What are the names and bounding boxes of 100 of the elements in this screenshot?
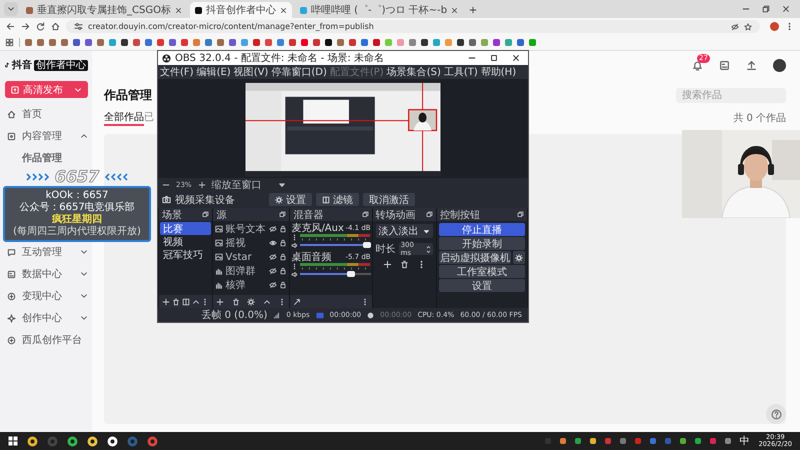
- chart-icon[interactable]: [719, 60, 730, 70]
- trash-icon[interactable]: [172, 298, 180, 306]
- nav-item[interactable]: 西瓜创作平台: [5, 329, 88, 351]
- input-method-indicator[interactable]: 中: [740, 434, 750, 448]
- popout-icon[interactable]: [202, 211, 210, 218]
- eye-off-icon[interactable]: [269, 281, 278, 289]
- restore-icon[interactable]: [762, 5, 770, 13]
- nav-group[interactable]: 内容管理: [5, 125, 88, 147]
- browser-tab[interactable]: 垂直擦闪取专属挂饰_CSGO标: [21, 2, 187, 18]
- maximize-icon[interactable]: [490, 54, 498, 62]
- profile-avatar[interactable]: [770, 22, 779, 31]
- control-button[interactable]: 设置: [438, 279, 525, 292]
- plus-icon[interactable]: [198, 180, 206, 188]
- speaker-icon[interactable]: [291, 270, 298, 278]
- menu-item[interactable]: 文件(F): [160, 65, 194, 79]
- tray-icon[interactable]: [680, 438, 686, 444]
- menu-item[interactable]: 帮助(H): [480, 65, 516, 79]
- volume-slider[interactable]: [300, 242, 371, 248]
- browser-tab[interactable]: 抖音创作者中心: [190, 2, 292, 18]
- lock-icon[interactable]: [279, 267, 288, 275]
- browser-tab[interactable]: 哔哩哔哩 (゜-゜)つロ 干杯~-b: [294, 2, 464, 18]
- eye-off-icon[interactable]: [269, 267, 278, 275]
- nav-group[interactable]: 数据中心: [5, 263, 88, 285]
- control-button[interactable]: 停止直播: [438, 223, 525, 236]
- source-button[interactable]: 设置: [269, 193, 312, 206]
- nav-item[interactable]: 首页: [5, 103, 88, 125]
- lock-icon[interactable]: [279, 281, 288, 289]
- popout-icon[interactable]: [279, 211, 286, 218]
- menu-item[interactable]: 编辑(E): [196, 65, 231, 79]
- lock-icon[interactable]: [279, 239, 288, 247]
- back-icon[interactable]: [6, 22, 15, 31]
- tray-icon[interactable]: [710, 438, 716, 444]
- eye-off-icon[interactable]: [731, 22, 739, 30]
- transition-dropdown[interactable]: 淡入淡出: [376, 224, 433, 238]
- grid-icon[interactable]: [5, 38, 14, 47]
- chevron-up-icon[interactable]: [262, 298, 271, 306]
- camera-settings-button[interactable]: [513, 251, 525, 264]
- app-icon[interactable]: [107, 436, 118, 446]
- tray-icon[interactable]: [620, 438, 626, 444]
- spinner-icon[interactable]: [426, 244, 431, 254]
- plus-icon[interactable]: [216, 298, 224, 306]
- reload-icon[interactable]: [36, 22, 45, 31]
- zoom-dropdown[interactable]: 缩放至窗口: [212, 178, 286, 192]
- home-icon[interactable]: [51, 22, 60, 31]
- nav-group[interactable]: 互动管理: [5, 241, 88, 263]
- tray-icon[interactable]: [694, 438, 701, 444]
- nav-group[interactable]: 创作中心: [5, 307, 88, 329]
- forward-icon[interactable]: [21, 22, 30, 31]
- menu-item[interactable]: 视图(V): [234, 65, 268, 79]
- lock-icon[interactable]: [279, 225, 288, 233]
- menu-item[interactable]: 工具(T): [444, 65, 478, 79]
- source-button[interactable]: 滤镜: [316, 193, 359, 206]
- lock-icon[interactable]: [279, 253, 288, 261]
- popout-icon[interactable]: [517, 211, 524, 218]
- tray-icon[interactable]: [574, 438, 581, 444]
- menu-item[interactable]: 场景集合(S): [386, 65, 441, 79]
- popout-icon[interactable]: [426, 211, 433, 218]
- app-icon[interactable]: [87, 436, 98, 446]
- nav-group[interactable]: 变现中心: [5, 285, 88, 307]
- plus-icon[interactable]: [382, 260, 392, 269]
- tray-icon[interactable]: [560, 438, 566, 444]
- close-icon[interactable]: [782, 5, 790, 13]
- gear-icon[interactable]: [247, 298, 256, 306]
- tray-icon[interactable]: [650, 438, 656, 444]
- tab-search-button[interactable]: [4, 2, 18, 16]
- menu-item[interactable]: 停靠窗口(D): [271, 65, 327, 79]
- tray-icon[interactable]: [590, 438, 596, 444]
- plus-icon[interactable]: [162, 298, 170, 306]
- trash-icon[interactable]: [400, 260, 409, 269]
- scene-item[interactable]: 冠军技巧: [160, 248, 212, 261]
- scene-item[interactable]: 比赛: [160, 222, 212, 235]
- nav-item[interactable]: 作品管理: [5, 147, 88, 169]
- control-button[interactable]: 开始录制: [438, 237, 525, 250]
- filter-icon[interactable]: [182, 298, 190, 306]
- source-item[interactable]: Vstar: [225, 252, 252, 262]
- windows-icon[interactable]: [8, 436, 18, 446]
- tune-icon[interactable]: [74, 22, 83, 31]
- source-item[interactable]: 摇视: [225, 236, 246, 250]
- search-field[interactable]: 搜索作品: [676, 88, 786, 103]
- address-bar[interactable]: creator.douyin.com/creator-micro/content/manage?enter_from=publish: [66, 20, 760, 33]
- control-button[interactable]: 工作室模式: [438, 265, 525, 278]
- app-icon[interactable]: [67, 436, 78, 446]
- scene-item[interactable]: 视频: [160, 235, 212, 248]
- user-avatar[interactable]: [773, 58, 786, 72]
- popout-icon[interactable]: [362, 211, 369, 218]
- volume-slider[interactable]: [300, 271, 371, 277]
- star-icon[interactable]: [744, 22, 752, 30]
- control-button[interactable]: 启动虚拟摄像机: [438, 251, 511, 264]
- chevron-up-icon[interactable]: [192, 298, 200, 306]
- tray-icon[interactable]: [724, 438, 731, 444]
- link-icon[interactable]: [293, 298, 302, 306]
- close-icon[interactable]: [451, 6, 458, 14]
- eye-icon[interactable]: [269, 239, 278, 247]
- content-tab[interactable]: 全部作品: [104, 110, 144, 126]
- bell-icon[interactable]: [692, 60, 703, 70]
- source-item[interactable]: 图弹群: [225, 264, 256, 278]
- upload-icon[interactable]: [746, 60, 757, 70]
- speaker-icon[interactable]: [291, 242, 298, 248]
- publish-button[interactable]: 高清发布: [5, 81, 88, 98]
- eye-off-icon[interactable]: [269, 225, 278, 233]
